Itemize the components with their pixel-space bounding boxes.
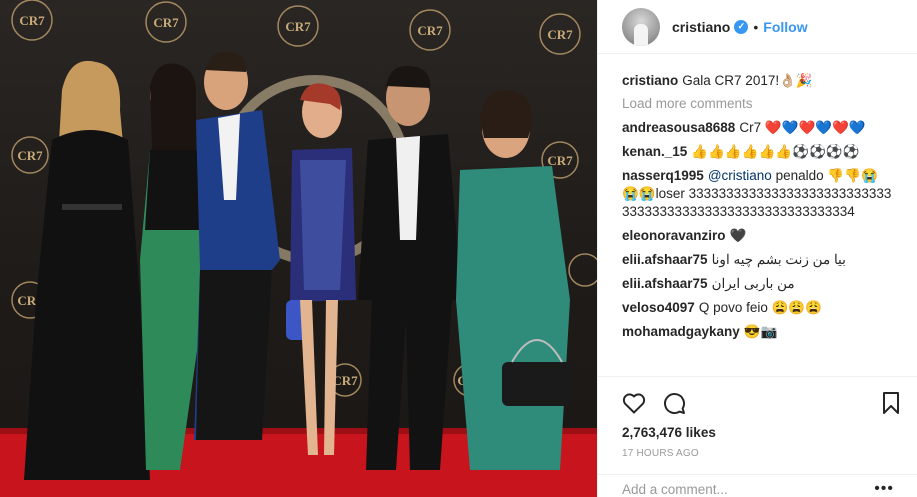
logo-cr7: CR7 (285, 19, 311, 34)
logo-cr7: CR7 (547, 153, 573, 168)
event-photo-illustration: CR7 CR7 CR7 CR7 CR7 CR7 CR7 CR7 CR7 CR7 (0, 0, 597, 497)
logo-cr7: CR7 (332, 373, 358, 388)
logo-cr7: CR7 (417, 23, 443, 38)
logo-cr7: CR7 (547, 27, 573, 42)
person-1 (24, 60, 150, 480)
likes-count[interactable]: 2,763,476 likes (614, 425, 902, 440)
comments-list[interactable]: cristiano Gala CR7 2017!👌🏼🎉 Load more com… (598, 54, 917, 376)
person-5 (358, 65, 462, 470)
header-separator: • (753, 18, 759, 35)
post-header: cristiano ✓ • Follow (598, 0, 917, 54)
post-actions: 2,763,476 likes 17 HOURS AGO (598, 376, 917, 459)
comment-username[interactable]: kenan._15 (622, 144, 687, 159)
caption-username[interactable]: cristiano (622, 73, 678, 88)
comment-item: eleonoravanziro 🖤 (622, 227, 894, 245)
add-comment-input[interactable] (622, 481, 872, 497)
comment-icon[interactable] (654, 385, 694, 421)
person-4 (286, 83, 356, 455)
handbag (502, 362, 572, 406)
verified-badge-icon: ✓ (734, 19, 749, 34)
comment-username[interactable]: eleonoravanziro (622, 228, 726, 243)
comment-username[interactable]: mohamadgaykany (622, 324, 740, 339)
comment-item: andreasousa8688 Cr7 ❤️💙❤️💙❤️💙 (622, 119, 894, 137)
logo-cr7: CR7 (153, 15, 179, 30)
header-username[interactable]: cristiano (672, 19, 730, 35)
logo-cr7: CR7 (17, 148, 43, 163)
comment-item: elii.afshaar75 بیا من زنت بشم چیه اونا (622, 251, 894, 269)
caption: cristiano Gala CR7 2017!👌🏼🎉 (622, 72, 894, 90)
comment-username[interactable]: elii.afshaar75 (622, 252, 708, 267)
comment-text: 😎📷 (743, 324, 778, 339)
comment-username[interactable]: andreasousa8688 (622, 120, 735, 135)
more-options-icon[interactable]: ••• (874, 481, 894, 497)
post-photo[interactable]: CR7 CR7 CR7 CR7 CR7 CR7 CR7 CR7 CR7 CR7 (0, 0, 597, 497)
action-icons (614, 385, 902, 421)
person-6 (456, 89, 572, 470)
comment-text: 🖤 (729, 228, 747, 243)
comment-item: kenan._15 👍👍👍👍👍👍⚽️⚽️⚽️⚽️ (622, 143, 894, 161)
load-more-comments-button[interactable]: Load more comments (622, 96, 894, 111)
comment-text: 👍👍👍👍👍👍⚽️⚽️⚽️⚽️ (691, 144, 860, 159)
add-comment-bar: ••• (598, 474, 917, 497)
caption-text: Gala CR7 2017!👌🏼🎉 (682, 73, 813, 88)
comment-text: من باربی ایران (711, 276, 795, 291)
comment-text: Q povo feio 😩😩😩 (698, 300, 823, 315)
comment-username[interactable]: veloso4097 (622, 300, 695, 315)
bookmark-icon[interactable] (866, 385, 902, 421)
comment-item: veloso4097 Q povo feio 😩😩😩 (622, 299, 894, 317)
comment-item: elii.afshaar75 من باربی ایران (622, 275, 894, 293)
comment-username[interactable]: elii.afshaar75 (622, 276, 708, 291)
comment-username[interactable]: nasserq1995 (622, 168, 704, 183)
heart-icon[interactable] (614, 385, 654, 421)
comment-item: mohamadgaykany 😎📷 (622, 323, 894, 341)
logo-cr7: CR7 (19, 13, 45, 28)
comment-item: nasserq1995 @cristiano penaldo 👎👎😭😭😭loser… (622, 167, 894, 221)
person-3 (194, 51, 280, 440)
post-side-panel: cristiano ✓ • Follow cristiano Gala CR7 2… (597, 0, 917, 497)
avatar[interactable] (622, 7, 660, 46)
follow-button[interactable]: Follow (763, 19, 807, 35)
post-timestamp[interactable]: 17 HOURS AGO (614, 448, 902, 459)
comment-text: بیا من زنت بشم چیه اونا (711, 252, 846, 267)
comment-mention[interactable]: @cristiano (708, 168, 772, 183)
comment-text: Cr7 ❤️💙❤️💙❤️💙 (739, 120, 866, 135)
